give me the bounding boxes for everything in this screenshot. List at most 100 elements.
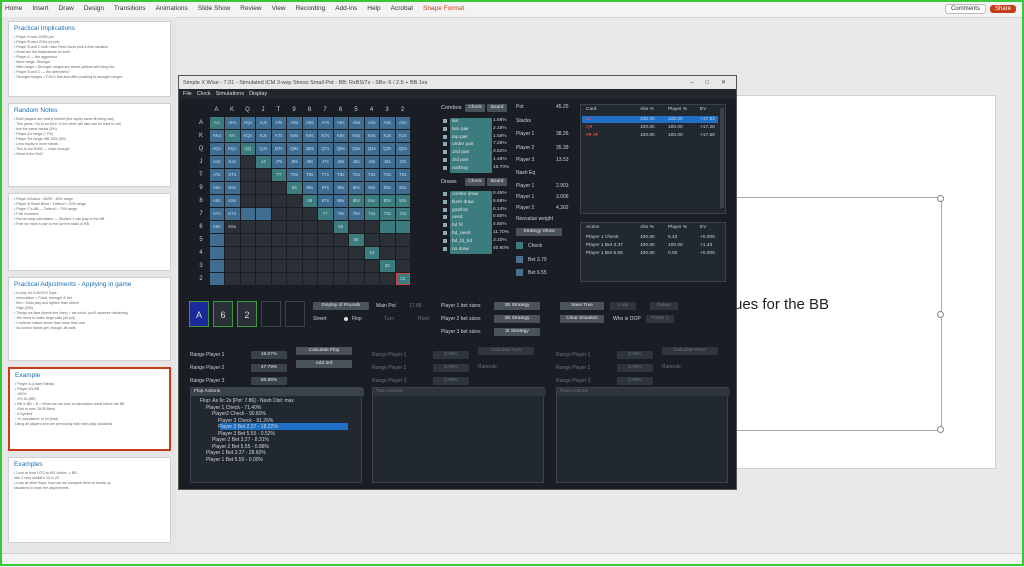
draw-checkbox[interactable] bbox=[443, 238, 447, 243]
range-grid-cell[interactable] bbox=[209, 234, 224, 246]
menu-item-simulations[interactable]: Simulations bbox=[216, 91, 244, 97]
slide-thumbnail[interactable]: Example • Player A (Lower Blinds) • Player… bbox=[8, 367, 171, 451]
range-grid-cell[interactable] bbox=[256, 169, 271, 181]
range-grid-cell[interactable]: QJs bbox=[256, 143, 271, 155]
draws-tab[interactable]: Board bbox=[487, 178, 507, 186]
minimize-icon[interactable]: – bbox=[684, 80, 699, 86]
combo-checkbox[interactable] bbox=[443, 158, 447, 162]
range-grid-cell[interactable]: Q6s bbox=[333, 143, 348, 155]
range-grid-cell[interactable] bbox=[302, 221, 317, 233]
range-grid-cell[interactable] bbox=[287, 260, 302, 272]
range-grid-cell[interactable]: K3s bbox=[380, 130, 395, 142]
range-grid-cell[interactable]: J4s bbox=[364, 156, 379, 168]
range-grid-cell[interactable] bbox=[271, 195, 286, 207]
turn-range-value[interactable]: 0.00% bbox=[433, 364, 469, 372]
calculate-flop-button[interactable]: Calculate Flop bbox=[296, 347, 352, 355]
range-grid-cell[interactable]: 84s bbox=[364, 195, 379, 207]
turn-range-value[interactable]: 0.00% bbox=[433, 377, 469, 385]
highlighted-cell[interactable] bbox=[395, 273, 410, 285]
range-grid-cell[interactable] bbox=[256, 182, 271, 194]
range-grid-cell[interactable] bbox=[256, 234, 271, 246]
range-grid-cell[interactable]: 75s bbox=[349, 208, 364, 220]
range-grid-cell[interactable]: A4s bbox=[364, 117, 379, 129]
tree-node[interactable]: Player2 Check - 90.80% bbox=[212, 411, 266, 417]
draw-name[interactable]: bd fd bbox=[450, 222, 492, 231]
draw-checkbox[interactable] bbox=[443, 246, 447, 251]
range-grid-cell[interactable]: 74s bbox=[364, 208, 379, 220]
range-grid-cell[interactable]: Q5s bbox=[349, 143, 364, 155]
resize-handle[interactable] bbox=[937, 195, 944, 202]
range-grid-cell[interactable] bbox=[209, 247, 224, 259]
draw-name[interactable]: oesd bbox=[450, 214, 492, 223]
range-grid-cell[interactable]: K2s bbox=[395, 130, 410, 142]
range-grid-cell[interactable]: KTs bbox=[271, 130, 286, 142]
range-grid-cell[interactable]: Q7s bbox=[318, 143, 333, 155]
range-grid-cell[interactable]: Q9s bbox=[287, 143, 302, 155]
range-grid-cell[interactable] bbox=[209, 260, 224, 272]
range-grid-cell[interactable] bbox=[271, 247, 286, 259]
range-value[interactable]: 15.07% bbox=[251, 351, 287, 359]
scrollbar[interactable] bbox=[720, 108, 724, 208]
ribbon-tab-view[interactable]: View bbox=[267, 5, 291, 12]
range-grid-cell[interactable] bbox=[271, 208, 286, 220]
range-grid-cell[interactable]: 73s bbox=[380, 208, 395, 220]
combo-name[interactable]: nothing bbox=[450, 164, 492, 173]
range-grid-cell[interactable] bbox=[333, 247, 348, 259]
range-grid-cell[interactable] bbox=[364, 221, 379, 233]
range-grid-cell[interactable]: A7o bbox=[209, 208, 224, 220]
range-grid-cell[interactable]: A6o bbox=[209, 221, 224, 233]
range-grid-cell[interactable]: 96s bbox=[333, 182, 348, 194]
draw-name[interactable]: combo draw bbox=[450, 191, 492, 199]
ribbon-tab-slide-show[interactable]: Slide Show bbox=[193, 5, 236, 12]
player1-strategy-button[interactable]: 3B Strategy bbox=[494, 302, 540, 310]
range-grid-cell[interactable]: J8s bbox=[302, 156, 317, 168]
range-grid-cell[interactable]: J9s bbox=[287, 156, 302, 168]
range-grid-cell[interactable] bbox=[225, 234, 240, 246]
range-grid-cell[interactable]: J2s bbox=[395, 156, 410, 168]
range-grid-cell[interactable]: ATs bbox=[271, 117, 286, 129]
range-grid-cell[interactable]: KQo bbox=[225, 143, 240, 155]
draw-checkbox[interactable] bbox=[443, 215, 447, 220]
range-grid-cell[interactable]: A6s bbox=[333, 117, 348, 129]
range-grid-cell[interactable]: J7s bbox=[318, 156, 333, 168]
range-grid-cell[interactable]: J5s bbox=[349, 156, 364, 168]
combo-checkbox[interactable] bbox=[443, 142, 447, 147]
river-range-value[interactable]: 0.00% bbox=[617, 377, 653, 385]
player2-strategy-button[interactable]: 3B Strategy bbox=[494, 315, 540, 323]
load-button[interactable]: Load bbox=[610, 302, 636, 310]
range-grid-cell[interactable]: T7s bbox=[318, 169, 333, 181]
combo-checkbox[interactable] bbox=[443, 134, 447, 139]
draw-name[interactable]: bd_fd_bd bbox=[450, 237, 492, 246]
range-grid-cell[interactable]: K7s bbox=[318, 130, 333, 142]
range-grid-cell[interactable]: JTs bbox=[271, 156, 286, 168]
range-value[interactable]: 66.86% bbox=[251, 377, 287, 385]
range-grid-cell[interactable]: T9s bbox=[287, 169, 302, 181]
ribbon-tab-insert[interactable]: Insert bbox=[27, 5, 53, 12]
draw-name[interactable]: bd_oesd bbox=[450, 230, 492, 238]
empty-card-slot[interactable] bbox=[285, 301, 305, 327]
range-grid-cell[interactable]: T4s bbox=[364, 169, 379, 181]
range-grid-cell[interactable] bbox=[240, 260, 255, 272]
range-grid-cell[interactable] bbox=[349, 247, 364, 259]
range-grid-cell[interactable]: 98s bbox=[302, 182, 317, 194]
range-grid-cell[interactable] bbox=[209, 273, 224, 285]
range-grid-cell[interactable] bbox=[287, 208, 302, 220]
range-grid-cell[interactable] bbox=[256, 195, 271, 207]
range-grid-cell[interactable]: TT bbox=[271, 169, 286, 181]
range-grid-cell[interactable]: AQs bbox=[240, 117, 255, 129]
range-grid-cell[interactable]: QQ bbox=[240, 143, 255, 155]
strategy-show-button[interactable]: Strategy Show bbox=[516, 228, 562, 236]
draw-checkbox[interactable] bbox=[443, 207, 447, 212]
range-grid-cell[interactable]: 94s bbox=[364, 182, 379, 194]
range-grid-cell[interactable] bbox=[271, 182, 286, 194]
draw-name[interactable]: flush draw bbox=[450, 198, 492, 207]
combo-checkbox[interactable] bbox=[443, 126, 447, 131]
range-grid-cell[interactable]: A2s bbox=[395, 117, 410, 129]
calculate-river-button[interactable]: Calculate River bbox=[662, 347, 718, 355]
slide-thumbnail[interactable]: Practical Adjustments - Applying in game… bbox=[8, 277, 171, 361]
range-grid-cell[interactable]: J6s bbox=[333, 156, 348, 168]
range-grid-cell[interactable] bbox=[395, 221, 410, 233]
tree-node[interactable]: Flop: As 6c 2s [Pot: 7.86] - Nash Dist: … bbox=[200, 398, 294, 404]
range-grid-cell[interactable] bbox=[318, 260, 333, 272]
range-grid-cell[interactable]: A9s bbox=[287, 117, 302, 129]
